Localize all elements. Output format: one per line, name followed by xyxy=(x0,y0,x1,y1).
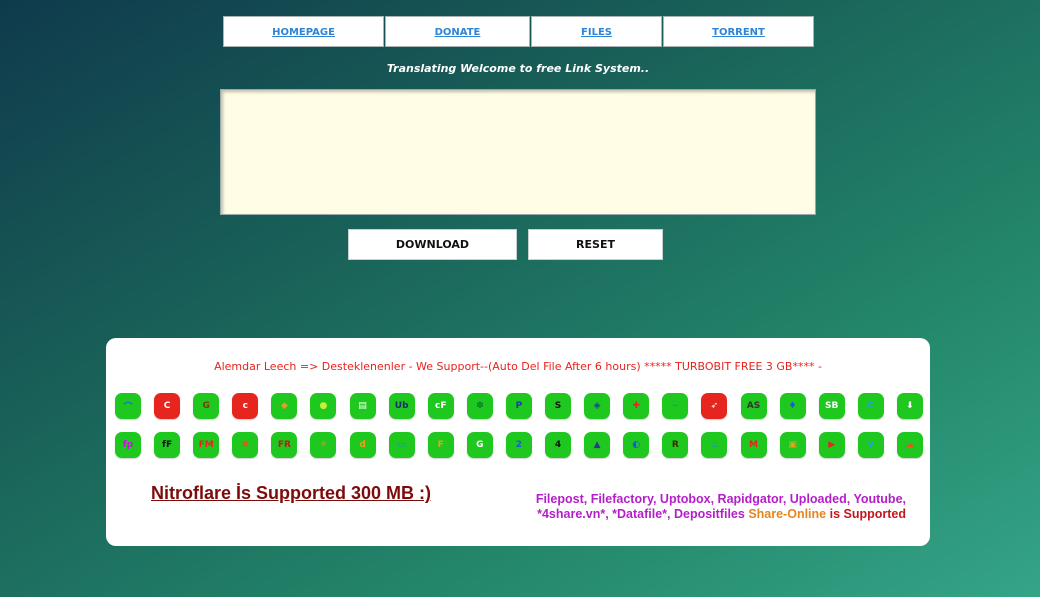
host-35-icon: ◐ xyxy=(623,432,650,458)
host-3-icon: G xyxy=(193,393,220,419)
host-39-icon: ▣ xyxy=(779,432,806,458)
nitroflare-supported-text[interactable]: Nitroflare İs Supported 300 MB :) xyxy=(151,483,431,504)
host-34-icon: ▲ xyxy=(584,432,611,458)
host-36-icon: R xyxy=(662,432,689,458)
host-5-icon: ◆ xyxy=(271,393,298,419)
host-23-icon: fF xyxy=(154,432,181,458)
host-25-icon: ✖ xyxy=(232,432,259,458)
share-online-text: Share-Online xyxy=(748,507,827,521)
host-6-icon: ● xyxy=(310,393,337,419)
host-29-icon: ▭ xyxy=(388,432,415,458)
host-4-icon: c xyxy=(232,393,259,419)
host-37-icon: ♨ xyxy=(701,432,728,458)
host-11-icon: P xyxy=(505,393,532,419)
host-22-icon: fp xyxy=(115,432,141,458)
top-nav: HOMEPAGE DONATE FILES TORRENT xyxy=(223,16,815,47)
reset-button[interactable]: RESET xyxy=(528,229,663,260)
host-19-icon: SB xyxy=(818,393,845,419)
supported-hosts-list: Filepost, Filefactory, Uptobox, Rapidgat… xyxy=(486,492,906,522)
host-9-icon: cF xyxy=(427,393,454,419)
host-2-icon: C xyxy=(154,393,181,419)
host-17-icon: AS xyxy=(740,393,767,419)
host-icons-row-2: fp fF FM ✖ FR ☀ d ▭ F G 2 4 ▲ ◐ R ♨ M ▣ ▶ v ☁ xyxy=(115,432,936,458)
host-42-icon: ☁ xyxy=(896,432,923,458)
nav-donate-link[interactable]: DONATE xyxy=(385,16,530,47)
host-12-icon: S xyxy=(545,393,572,419)
supported-hosts-panel: Alemdar Leech => Desteklenenler - We Sup… xyxy=(106,338,930,546)
host-28-icon: d xyxy=(349,432,376,458)
host-13-icon: ◈ xyxy=(584,393,611,419)
host-8-icon: Ub xyxy=(388,393,415,419)
host-27-icon: ☀ xyxy=(310,432,337,458)
host-24-icon: FM xyxy=(193,432,220,458)
is-supported-text: is Supported xyxy=(829,507,906,521)
host-14-icon: ✚ xyxy=(623,393,650,419)
nav-files-link[interactable]: FILES xyxy=(531,16,662,47)
host-40-icon: ▶ xyxy=(818,432,845,458)
host-icons-row-1: ⌒ C Gc ◆ ● ▤ Ub cF ✽ P S ◈ ✚ ~ ➶ AS ♦ SB C ⬇ xyxy=(115,393,936,419)
link-input[interactable] xyxy=(220,89,816,215)
nav-torrent-link[interactable]: TORRENT xyxy=(663,16,814,47)
host-33-icon: 4 xyxy=(545,432,572,458)
host-38-icon: M xyxy=(740,432,767,458)
host-41-icon: v xyxy=(857,432,884,458)
nav-homepage-link[interactable]: HOMEPAGE xyxy=(223,16,384,47)
host-32-icon: 2 xyxy=(505,432,532,458)
supported-hosts-line-2: *4share.vn*, *Datafile*, Depositfiles Sh… xyxy=(486,507,906,522)
host-15-icon: ~ xyxy=(662,393,689,419)
host-10-icon: ✽ xyxy=(466,393,493,419)
host-1-icon: ⌒ xyxy=(115,393,141,419)
host-7-icon: ▤ xyxy=(349,393,376,419)
host-18-icon: ♦ xyxy=(779,393,806,419)
host-31-icon: G xyxy=(466,432,493,458)
welcome-text: Translating Welcome to free Link System.… xyxy=(386,62,650,75)
host-21-icon: ⬇ xyxy=(896,393,923,419)
supported-hosts-line-1: Filepost, Filefactory, Uptobox, Rapidgat… xyxy=(535,492,906,506)
support-ticker: Alemdar Leech => Desteklenenler - We Sup… xyxy=(214,360,822,373)
host-20-icon: C xyxy=(857,393,884,419)
host-26-icon: FR xyxy=(271,432,298,458)
supported-hosts-line-2-part-1: *4share.vn*, *Datafile*, Depositfiles xyxy=(537,507,745,521)
download-button[interactable]: DOWNLOAD xyxy=(348,229,517,260)
host-30-icon: F xyxy=(427,432,454,458)
host-16-icon: ➶ xyxy=(701,393,728,419)
